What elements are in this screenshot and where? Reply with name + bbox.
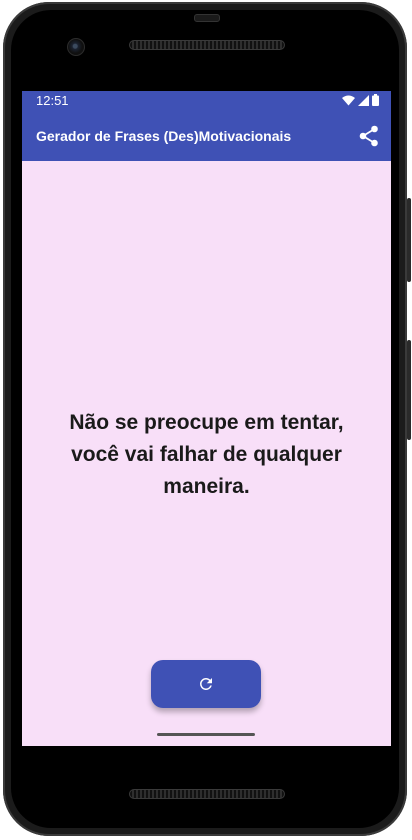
refresh-button[interactable] [151,660,261,708]
status-icons [342,94,379,106]
power-button [407,198,411,282]
share-icon [359,125,378,147]
status-time: 12:51 [36,93,69,108]
status-bar: 12:51 [22,91,391,111]
front-camera [67,38,85,56]
wifi-icon [342,95,355,105]
app-screen: 12:51 Gerador de Frases (Des)Motivaciona… [22,91,391,746]
bottom-speaker [129,789,285,799]
app-title: Gerador de Frases (Des)Motivacionais [36,128,292,144]
quote-text: Não se preocupe em tentar, você vai falh… [69,411,344,498]
battery-icon [372,94,379,106]
top-sensor [194,14,220,22]
app-bar: Gerador de Frases (Des)Motivacionais [22,111,391,161]
refresh-icon [200,678,212,690]
share-button[interactable] [357,124,381,148]
top-speaker [129,40,285,50]
navigation-handle[interactable] [157,733,255,736]
volume-button [407,340,411,440]
signal-icon [358,94,369,106]
